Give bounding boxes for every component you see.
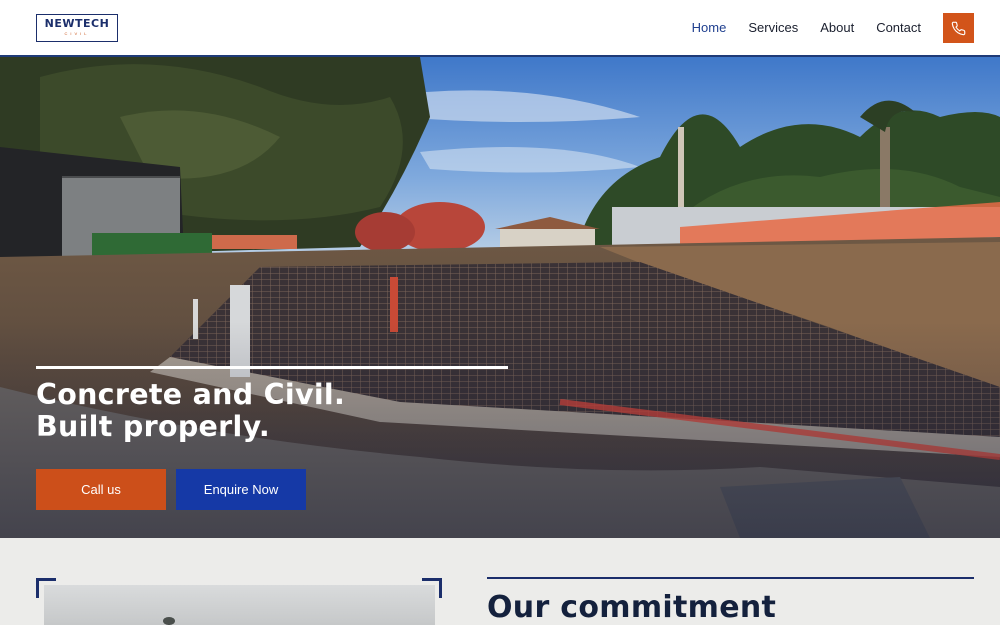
site-header: NEWTECH CIVIL Home Services About Contac… — [0, 0, 1000, 57]
phone-icon — [951, 21, 966, 35]
commitment-photo — [44, 585, 435, 625]
logo-wordmark: NEWTECH — [44, 17, 110, 30]
section-rule — [487, 577, 974, 579]
nav-home[interactable]: Home — [692, 0, 727, 55]
hero-title: Concrete and Civil. Built properly. — [36, 379, 345, 443]
hero-overlay — [0, 57, 1000, 538]
nav-about[interactable]: About — [820, 0, 854, 55]
photo-trees — [163, 617, 175, 625]
hero: Concrete and Civil. Built properly. Call… — [0, 57, 1000, 538]
nav-services[interactable]: Services — [748, 0, 798, 55]
section-title: Our commitment — [487, 590, 777, 625]
call-us-button[interactable]: Call us — [36, 469, 166, 510]
commitment-section: Our commitment — [0, 538, 1000, 625]
hero-title-line2: Built properly. — [36, 410, 270, 443]
logo[interactable]: NEWTECH CIVIL — [36, 14, 118, 42]
logo-subtitle: CIVIL — [64, 31, 90, 36]
main-nav: Home Services About Contact — [670, 0, 921, 55]
phone-button[interactable] — [943, 13, 974, 43]
nav-contact[interactable]: Contact — [876, 0, 921, 55]
enquire-now-button[interactable]: Enquire Now — [176, 469, 306, 510]
hero-rule — [36, 366, 508, 369]
hero-title-line1: Concrete and Civil. — [36, 378, 346, 411]
